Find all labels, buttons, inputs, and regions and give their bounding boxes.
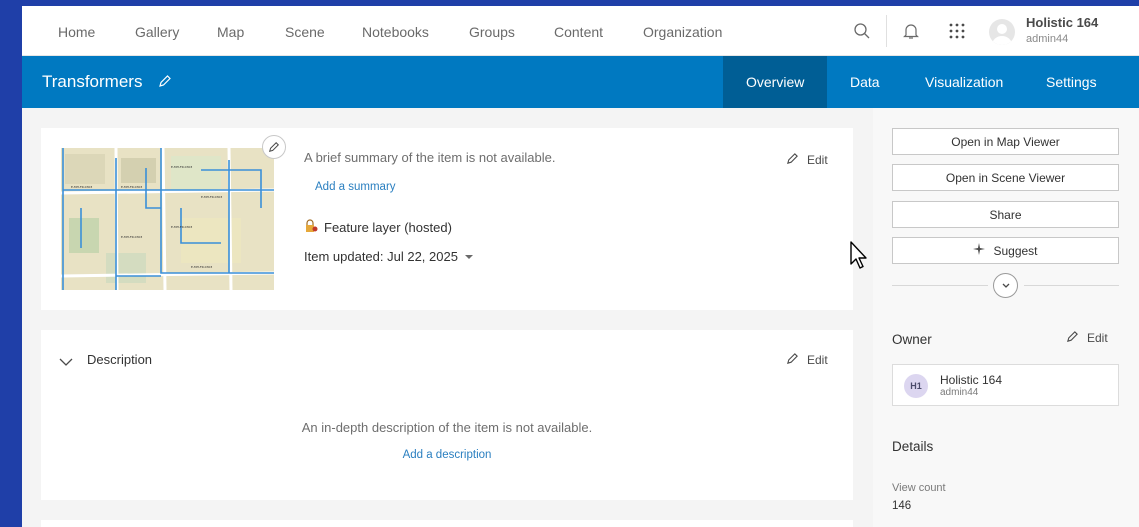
nav-divider — [886, 15, 887, 47]
owner-avatar: H1 — [904, 374, 928, 398]
right-sidebar: Open in Map Viewer Open in Scene Viewer … — [873, 108, 1139, 527]
share-button[interactable]: Share — [892, 201, 1119, 228]
mouse-cursor-icon — [849, 240, 869, 275]
item-thumbnail[interactable]: E-MH-FR-0303 E-MH-FR-0303 E-MH-FR-0303 E… — [61, 148, 274, 290]
chevron-down-icon — [1001, 277, 1011, 295]
edit-description-button[interactable]: Edit — [786, 352, 828, 368]
pencil-icon — [786, 152, 799, 168]
show-more-button[interactable] — [993, 273, 1018, 298]
description-heading[interactable]: Description — [87, 352, 152, 367]
open-in-map-viewer-button[interactable]: Open in Map Viewer — [892, 128, 1119, 155]
app-window: Home Gallery Map Scene Notebooks Groups … — [22, 6, 1139, 527]
pencil-icon — [786, 352, 799, 368]
edit-owner-label: Edit — [1087, 331, 1108, 345]
owner-card[interactable]: H1 Holistic 164 admin44 — [892, 364, 1119, 406]
top-navigation: Home Gallery Map Scene Notebooks Groups … — [22, 6, 1139, 56]
item-updated-dropdown[interactable]: Item updated: Jul 22, 2025 — [304, 249, 474, 264]
item-title-bar: Transformers Overview Data Visualization… — [22, 56, 1139, 108]
item-updated-label: Item updated: Jul 22, 2025 — [304, 249, 458, 264]
owner-name: Holistic 164 — [940, 373, 1003, 387]
tab-overview[interactable]: Overview — [746, 74, 804, 90]
suggest-label: Suggest — [993, 243, 1038, 258]
description-card: Description Edit An in-depth description… — [41, 330, 853, 500]
nav-scene[interactable]: Scene — [285, 24, 325, 40]
notification-bell-icon[interactable] — [899, 19, 923, 43]
nav-home[interactable]: Home — [58, 24, 95, 40]
summary-text: A brief summary of the item is not avail… — [304, 150, 556, 165]
next-section-card — [41, 520, 853, 527]
divider-left — [892, 285, 988, 286]
svg-text:E-MH-FR-0303: E-MH-FR-0303 — [171, 225, 192, 229]
edit-description-label: Edit — [807, 353, 828, 367]
tab-visualization[interactable]: Visualization — [925, 74, 1003, 90]
nav-map[interactable]: Map — [217, 24, 244, 40]
edit-title-pencil-icon[interactable] — [158, 74, 172, 93]
sparkle-icon — [973, 243, 986, 258]
collapse-chevron-icon[interactable] — [59, 354, 73, 372]
svg-text:E-MH-FR-0303: E-MH-FR-0303 — [171, 165, 192, 169]
open-in-scene-viewer-button[interactable]: Open in Scene Viewer — [892, 164, 1119, 191]
pencil-icon — [1066, 330, 1079, 346]
svg-text:E-MH-FR-0303: E-MH-FR-0303 — [121, 185, 142, 189]
tab-data[interactable]: Data — [850, 74, 880, 90]
nav-content[interactable]: Content — [554, 24, 603, 40]
svg-text:E-MH-FR-0303: E-MH-FR-0303 — [121, 235, 142, 239]
svg-text:E-MH-FR-0303: E-MH-FR-0303 — [201, 195, 222, 199]
share-label: Share — [989, 207, 1022, 222]
view-count-label: View count — [892, 482, 946, 494]
nav-notebooks[interactable]: Notebooks — [362, 24, 429, 40]
edit-summary-label: Edit — [807, 153, 828, 167]
open-in-map-viewer-label: Open in Map Viewer — [951, 134, 1060, 149]
caret-down-icon — [464, 249, 474, 264]
add-summary-link[interactable]: Add a summary — [315, 181, 396, 193]
owner-heading: Owner — [892, 332, 932, 347]
svg-text:E-MH-FR-0303: E-MH-FR-0303 — [191, 265, 212, 269]
edit-owner-button[interactable]: Edit — [1066, 330, 1108, 346]
nav-groups[interactable]: Groups — [469, 24, 515, 40]
item-type-label: Feature layer (hosted) — [324, 220, 452, 235]
edit-summary-button[interactable]: Edit — [786, 152, 828, 168]
app-launcher-icon[interactable] — [945, 19, 969, 43]
open-in-scene-viewer-label: Open in Scene Viewer — [945, 170, 1066, 185]
view-count-value: 146 — [892, 500, 912, 512]
edit-thumbnail-button[interactable] — [262, 135, 286, 159]
suggest-button[interactable]: Suggest — [892, 237, 1119, 264]
search-icon[interactable] — [850, 19, 874, 43]
description-empty-text: An in-depth description of the item is n… — [301, 420, 593, 435]
summary-card: E-MH-FR-0303 E-MH-FR-0303 E-MH-FR-0303 E… — [41, 128, 853, 310]
add-description-link[interactable]: Add a description — [41, 449, 853, 461]
owner-username: admin44 — [940, 387, 979, 398]
user-login-name: admin44 — [1026, 33, 1069, 45]
nav-organization[interactable]: Organization — [643, 24, 722, 40]
item-type: Feature layer (hosted) — [304, 219, 452, 236]
details-heading: Details — [892, 439, 934, 454]
svg-text:E-MH-FR-0303: E-MH-FR-0303 — [71, 185, 92, 189]
user-avatar[interactable] — [989, 19, 1015, 45]
divider-right — [1024, 285, 1119, 286]
tab-settings[interactable]: Settings — [1046, 74, 1097, 90]
nav-gallery[interactable]: Gallery — [135, 24, 179, 40]
user-display-name[interactable]: Holistic 164 — [1026, 15, 1098, 30]
hosted-feature-layer-icon — [304, 219, 318, 236]
item-title: Transformers — [42, 72, 143, 91]
